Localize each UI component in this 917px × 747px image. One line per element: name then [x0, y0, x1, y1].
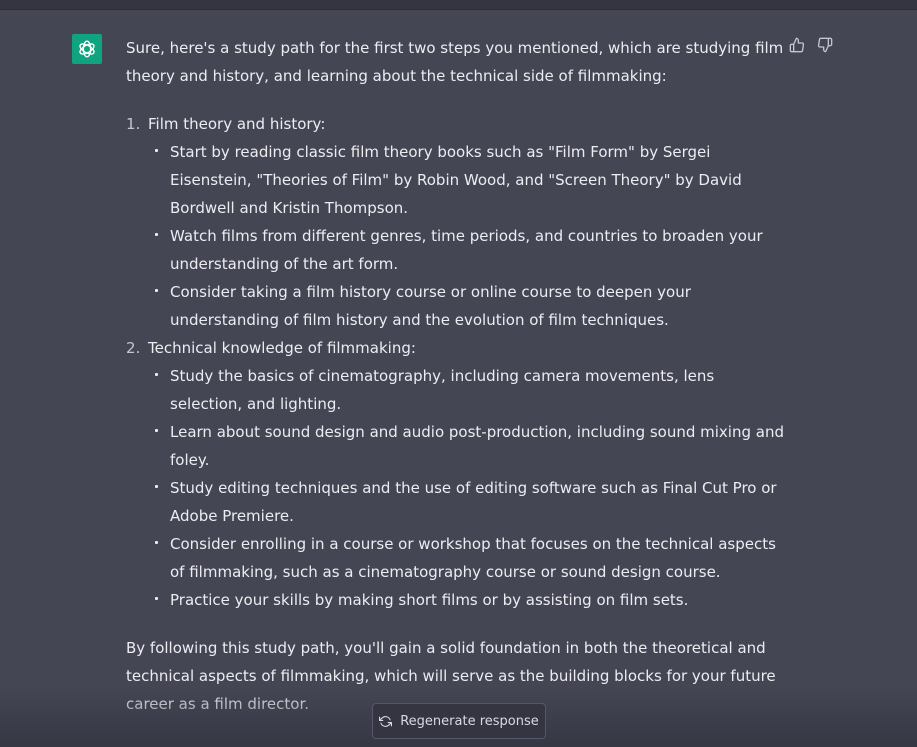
step-sub-list: Start by reading classic film theory boo…	[148, 138, 786, 334]
step-title: Film theory and history:	[148, 115, 326, 133]
list-item-text: Study the basics of cinematography, incl…	[170, 367, 715, 413]
list-item: Watch films from different genres, time …	[148, 222, 786, 278]
list-item: Practice your skills by making short fil…	[148, 586, 786, 614]
step-item: 2. Technical knowledge of filmmaking: St…	[126, 334, 786, 614]
step-title: Technical knowledge of filmmaking:	[148, 339, 416, 357]
thumbs-down-icon	[817, 37, 833, 53]
bullet-icon	[155, 429, 158, 432]
list-item-text: Watch films from different genres, time …	[170, 227, 763, 273]
list-item-text: Practice your skills by making short fil…	[170, 591, 689, 609]
bullet-icon	[155, 149, 158, 152]
list-item: Start by reading classic film theory boo…	[148, 138, 786, 222]
list-item-text: Study editing techniques and the use of …	[170, 479, 777, 525]
thumbs-up-button[interactable]	[789, 37, 805, 53]
bullet-icon	[155, 485, 158, 488]
regenerate-label: Regenerate response	[400, 713, 539, 729]
bullet-icon	[155, 233, 158, 236]
list-item: Consider enrolling in a course or worksh…	[148, 530, 786, 586]
bullet-icon	[155, 541, 158, 544]
thumbs-down-button[interactable]	[817, 37, 833, 53]
list-item: Learn about sound design and audio post-…	[148, 418, 786, 474]
bullet-icon	[155, 373, 158, 376]
regenerate-response-button[interactable]: Regenerate response	[372, 703, 546, 739]
bullet-icon	[155, 597, 158, 600]
bullet-icon	[155, 289, 158, 292]
list-item: Consider taking a film history course or…	[148, 278, 786, 334]
list-item: Study the basics of cinematography, incl…	[148, 362, 786, 418]
list-item-text: Consider taking a film history course or…	[170, 283, 691, 329]
assistant-avatar	[72, 34, 102, 64]
step-number: 1.	[126, 115, 141, 133]
step-number: 2.	[126, 339, 141, 357]
list-item-text: Consider enrolling in a course or worksh…	[170, 535, 776, 581]
step-item: 1. Film theory and history: Start by rea…	[126, 110, 786, 334]
list-item-text: Start by reading classic film theory boo…	[170, 143, 742, 217]
assistant-message: Sure, here's a study path for the first …	[126, 34, 786, 718]
top-divider	[0, 0, 917, 10]
chat-window: Sure, here's a study path for the first …	[0, 0, 917, 747]
study-steps-list: 1. Film theory and history: Start by rea…	[126, 110, 786, 614]
list-item: Study editing techniques and the use of …	[148, 474, 786, 530]
openai-logo-icon	[79, 40, 95, 58]
message-intro: Sure, here's a study path for the first …	[126, 39, 784, 85]
refresh-icon	[379, 715, 393, 727]
step-sub-list: Study the basics of cinematography, incl…	[148, 362, 786, 614]
thumbs-up-icon	[789, 37, 805, 53]
list-item-text: Learn about sound design and audio post-…	[170, 423, 784, 469]
feedback-buttons	[789, 37, 833, 53]
